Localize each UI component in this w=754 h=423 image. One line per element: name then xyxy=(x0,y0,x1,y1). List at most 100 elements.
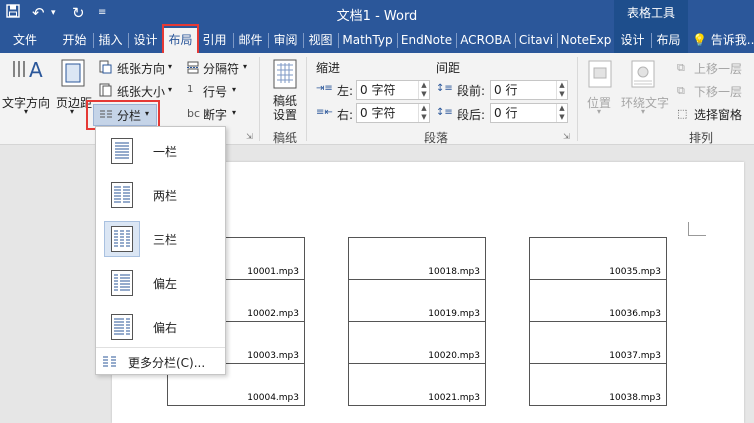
spacing-before-spinner[interactable]: ▲ ▼ xyxy=(556,81,567,99)
tab-view[interactable]: 视图 xyxy=(304,28,337,53)
bring-forward-label[interactable]: 上移一层 xyxy=(694,60,742,77)
three-columns-icon xyxy=(111,226,133,252)
selection-pane-label[interactable]: 选择窗格 xyxy=(694,106,742,123)
two-columns-icon xyxy=(111,182,133,208)
spacing-title: 间距 xyxy=(436,61,461,75)
tell-me-search[interactable]: 💡 告诉我... xyxy=(692,28,754,53)
tab-review[interactable]: 审阅 xyxy=(269,28,302,53)
indent-right-input[interactable]: 0 字符 ▲ ▼ xyxy=(356,103,430,123)
indent-right-icon: ≡⇤ xyxy=(316,107,333,118)
columns-dropdown-menu: 一栏 两栏 三栏 偏左 偏右 更多分栏(C)... xyxy=(95,126,226,375)
more-columns-menu-item[interactable]: 更多分栏(C)... xyxy=(96,347,225,373)
columns-label: 分栏 xyxy=(117,109,142,123)
more-columns-icon xyxy=(103,356,116,367)
breaks-dropdown-icon[interactable]: ▾ xyxy=(243,62,247,71)
indent-title: 缩进 xyxy=(316,61,341,75)
table-cell[interactable]: 10021.mp3 xyxy=(349,364,485,406)
lightbulb-icon: 💡 xyxy=(692,33,707,47)
table-cell[interactable]: 10019.mp3 xyxy=(349,280,485,322)
page-size-icon[interactable] xyxy=(99,83,112,100)
columns-option-right[interactable]: 偏右 xyxy=(100,305,222,347)
margins-dropdown-icon[interactable]: ▾ xyxy=(70,107,74,116)
tab-mailings[interactable]: 邮件 xyxy=(234,28,267,53)
tab-endnote[interactable]: EndNote xyxy=(398,28,455,53)
breaks-label[interactable]: 分隔符 xyxy=(203,60,239,77)
tab-noteexpress[interactable]: NoteExp xyxy=(558,28,614,53)
table-cell[interactable]: 10038.mp3 xyxy=(530,364,666,406)
columns-option-two[interactable]: 两栏 xyxy=(100,173,222,215)
selection-pane-icon[interactable]: ⬚ xyxy=(677,107,687,120)
arrange-group-label: 排列 xyxy=(689,131,714,145)
spacing-before-icon: ↕≡ xyxy=(436,83,453,94)
spacing-after-spinner[interactable]: ▲ ▼ xyxy=(556,104,567,122)
tab-design[interactable]: 设计 xyxy=(129,28,162,53)
spacing-after-icon: ↕≡ xyxy=(436,107,453,118)
table-column-2: 10018.mp3 10019.mp3 10020.mp3 10021.mp3 xyxy=(348,237,486,406)
title-bar: ↶ ▾ ↻ ≡ 文档1 - Word 表格工具 xyxy=(0,0,754,28)
bring-forward-icon[interactable]: ⧉ xyxy=(677,61,685,75)
tab-file[interactable]: 文件 xyxy=(4,28,46,53)
spacing-after-input[interactable]: 0 行 ▲ ▼ xyxy=(490,103,568,123)
tab-insert[interactable]: 插入 xyxy=(94,28,127,53)
spacing-after-label: 段后: xyxy=(457,108,486,122)
table-cell[interactable]: 10020.mp3 xyxy=(349,322,485,364)
columns-option-three[interactable]: 三栏 xyxy=(100,217,222,259)
wrap-text-icon[interactable] xyxy=(631,60,655,91)
table-cell[interactable]: 10037.mp3 xyxy=(530,322,666,364)
page-corner-mark xyxy=(688,222,706,236)
svg-text:A: A xyxy=(29,58,43,82)
spacing-before-input[interactable]: 0 行 ▲ ▼ xyxy=(490,80,568,100)
text-direction-icon[interactable]: A xyxy=(10,57,44,90)
tab-acrobat[interactable]: ACROBA xyxy=(457,28,514,53)
table-cell[interactable]: 10036.mp3 xyxy=(530,280,666,322)
right-column-icon xyxy=(111,314,133,340)
breaks-icon[interactable] xyxy=(187,61,200,77)
table-cell[interactable]: 10018.mp3 xyxy=(349,238,485,280)
orientation-icon[interactable] xyxy=(99,60,112,77)
hyphenation-icon[interactable]: bc xyxy=(187,107,200,120)
ribbon-tab-bar: 文件 开始 插入 设计 布局 引用 邮件 审阅 视图 MathTyp EndNo… xyxy=(0,28,754,53)
orientation-dropdown-icon[interactable]: ▾ xyxy=(168,62,172,71)
line-numbers-dropdown-icon[interactable]: ▾ xyxy=(232,85,236,94)
page-setup-launcher-icon[interactable]: ⇲ xyxy=(246,132,253,141)
draft-paper-icon[interactable] xyxy=(273,59,297,92)
table-cell[interactable]: 10035.mp3 xyxy=(530,238,666,280)
paragraph-launcher-icon[interactable]: ⇲ xyxy=(563,132,570,141)
hyphenation-label[interactable]: 断字 xyxy=(203,106,227,123)
tab-references[interactable]: 引用 xyxy=(198,28,231,53)
hyphenation-dropdown-icon[interactable]: ▾ xyxy=(232,108,236,117)
context-tab-group-label: 表格工具 xyxy=(614,0,688,28)
line-numbers-label[interactable]: 行号 xyxy=(203,83,227,100)
indent-left-label: 左: xyxy=(337,84,354,98)
indent-left-spinner[interactable]: ▲ ▼ xyxy=(418,81,429,99)
tab-citavi[interactable]: Citavi xyxy=(516,28,556,53)
position-dropdown-icon[interactable]: ▾ xyxy=(597,107,601,116)
columns-option-left[interactable]: 偏左 xyxy=(100,261,222,303)
columns-dropdown-icon: ▾ xyxy=(145,109,150,118)
margins-icon[interactable] xyxy=(61,59,85,90)
page-size-label[interactable]: 纸张大小 xyxy=(117,83,165,100)
tab-layout[interactable]: 布局 xyxy=(164,28,197,53)
tab-home[interactable]: 开始 xyxy=(58,28,91,53)
indent-left-icon: ⇥≡ xyxy=(316,83,333,94)
text-direction-dropdown-icon[interactable]: ▾ xyxy=(24,107,28,116)
indent-right-label: 右: xyxy=(337,108,354,122)
position-icon[interactable] xyxy=(588,60,612,91)
indent-left-input[interactable]: 0 字符 ▲ ▼ xyxy=(356,80,430,100)
paragraph-group-label: 段落 xyxy=(424,131,449,145)
draft-paper-label[interactable]: 稿纸设置 xyxy=(273,94,299,122)
one-column-icon xyxy=(111,138,133,164)
indent-right-spinner[interactable]: ▲ ▼ xyxy=(418,104,429,122)
tab-mathtype[interactable]: MathTyp xyxy=(339,28,396,53)
columns-option-one[interactable]: 一栏 xyxy=(100,129,222,171)
page-size-dropdown-icon[interactable]: ▾ xyxy=(168,85,172,94)
orientation-label[interactable]: 纸张方向 xyxy=(117,60,165,77)
table-column-3: 10035.mp3 10036.mp3 10037.mp3 10038.mp3 xyxy=(529,237,667,406)
send-backward-label[interactable]: 下移一层 xyxy=(694,83,742,100)
tab-table-layout[interactable]: 布局 xyxy=(652,28,685,53)
line-numbers-icon[interactable]: 1 xyxy=(187,84,193,95)
left-column-icon xyxy=(111,270,133,296)
tab-table-design[interactable]: 设计 xyxy=(616,28,649,53)
send-backward-icon[interactable]: ⧉ xyxy=(677,84,685,98)
wrap-text-dropdown-icon[interactable]: ▾ xyxy=(641,107,645,116)
